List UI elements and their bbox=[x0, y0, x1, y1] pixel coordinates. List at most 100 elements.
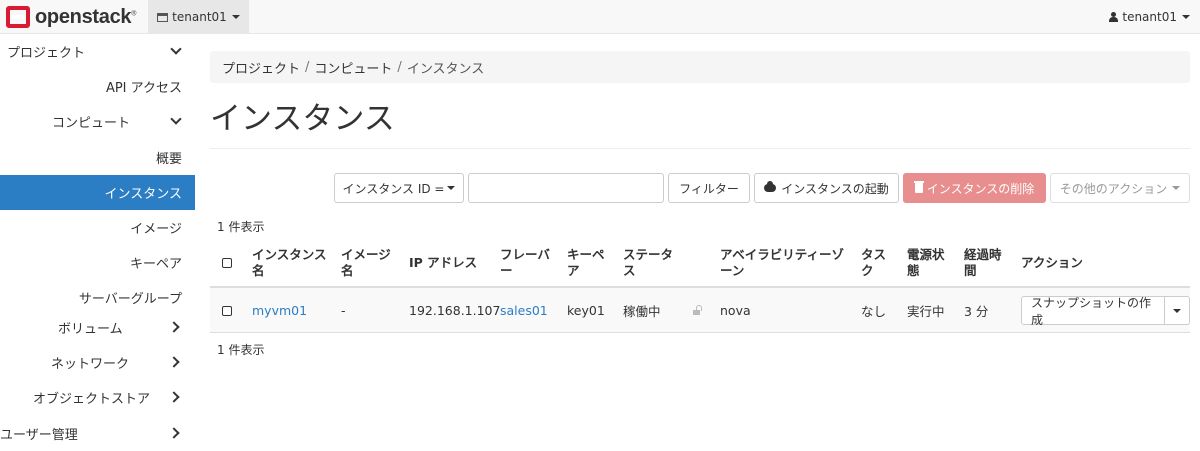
user-menu-dropdown[interactable]: tenant01 bbox=[1109, 0, 1190, 34]
brand-trademark: ® bbox=[131, 9, 137, 17]
instance-ip: 192.168.1.107 bbox=[409, 303, 501, 318]
row-actions-dropdown-toggle[interactable] bbox=[1165, 296, 1190, 325]
instance-availability-zone: nova bbox=[720, 303, 751, 318]
launch-instance-label: インスタンスの起動 bbox=[781, 181, 889, 196]
breadcrumb-separator: / bbox=[397, 59, 402, 75]
project-selector-dropdown[interactable]: tenant01 bbox=[148, 0, 249, 34]
instance-keypair: key01 bbox=[567, 303, 605, 318]
sidebar-item-label: インスタンス bbox=[104, 187, 182, 202]
user-menu-label: tenant01 bbox=[1122, 10, 1177, 24]
brand-name: openstack bbox=[35, 5, 132, 28]
sidebar-item-label: API アクセス bbox=[105, 81, 182, 96]
more-actions-dropdown[interactable]: その他のアクション bbox=[1050, 173, 1190, 203]
sidebar: プロジェクト API アクセス コンピュート 概要 インスタンス イメージ キー… bbox=[0, 34, 195, 447]
project-selector-label: tenant01 bbox=[172, 10, 227, 24]
sidebar-item-overview[interactable]: 概要 bbox=[0, 140, 195, 175]
row-select-cell bbox=[222, 288, 232, 333]
select-all-checkbox[interactable] bbox=[222, 258, 232, 268]
column-header-ip[interactable]: IP アドレス bbox=[409, 240, 477, 286]
filter-button-label: フィルター bbox=[679, 181, 739, 196]
sidebar-item-label: 概要 bbox=[155, 152, 182, 167]
column-header-image[interactable]: イメージ名 bbox=[341, 240, 391, 286]
chevron-right-icon bbox=[171, 322, 180, 331]
breadcrumb-item-project[interactable]: プロジェクト bbox=[222, 58, 300, 77]
openstack-logo-icon bbox=[6, 6, 30, 28]
chevron-down-icon bbox=[171, 46, 180, 55]
sidebar-item-project[interactable]: プロジェクト bbox=[0, 34, 195, 69]
breadcrumb-item-compute[interactable]: コンピュート bbox=[314, 58, 392, 77]
breadcrumb-item-current: インスタンス bbox=[406, 61, 485, 77]
chevron-right-icon bbox=[171, 428, 180, 437]
caret-down-icon bbox=[1172, 186, 1181, 190]
select-all-cell bbox=[222, 240, 232, 286]
sidebar-item-label: ボリューム bbox=[58, 322, 123, 337]
cloud-upload-icon bbox=[764, 181, 777, 192]
chevron-down-icon bbox=[171, 116, 180, 125]
column-header-availability-zone[interactable]: アベイラビリティーゾーン bbox=[720, 240, 845, 286]
instance-name-link[interactable]: myvm01 bbox=[252, 288, 307, 333]
delete-instances-button[interactable]: インスタンスの削除 bbox=[903, 173, 1046, 203]
sidebar-item-network[interactable]: ネットワーク bbox=[0, 345, 195, 380]
filter-button[interactable]: フィルター bbox=[668, 173, 750, 203]
sidebar-item-label: オブジェクトストア bbox=[33, 392, 151, 407]
item-count-top: 1 件表示 bbox=[217, 220, 265, 234]
openstack-logo[interactable]: openstack® bbox=[6, 5, 136, 29]
project-icon bbox=[157, 12, 169, 22]
instance-status: 稼働中 bbox=[623, 304, 661, 319]
delete-instances-label: インスタンスの削除 bbox=[926, 181, 1035, 196]
sidebar-item-label: コンピュート bbox=[52, 116, 131, 131]
column-header-keypair[interactable]: キーペア bbox=[567, 240, 607, 286]
sidebar-item-keypairs[interactable]: キーペア bbox=[0, 245, 195, 280]
column-header-power-state[interactable]: 電源状態 bbox=[907, 240, 947, 286]
caret-down-icon bbox=[231, 15, 240, 19]
breadcrumb-separator: / bbox=[305, 59, 310, 75]
sidebar-item-label: サーバーグループ bbox=[78, 292, 182, 307]
user-icon bbox=[1109, 12, 1119, 22]
column-header-flavor[interactable]: フレーバー bbox=[500, 240, 555, 286]
caret-down-icon bbox=[447, 186, 456, 190]
sidebar-item-identity[interactable]: ユーザー管理 bbox=[0, 416, 195, 451]
sidebar-item-api-access[interactable]: API アクセス bbox=[0, 69, 195, 104]
table-row: myvm01 - 192.168.1.107 sales01 key01 稼働中… bbox=[210, 288, 1190, 333]
item-count-bottom: 1 件表示 bbox=[217, 343, 265, 357]
sidebar-item-label: ネットワーク bbox=[51, 357, 130, 372]
breadcrumb: プロジェクト / コンピュート / インスタンス bbox=[210, 51, 1190, 83]
column-header-age[interactable]: 経過時間 bbox=[964, 240, 1004, 286]
column-header-name[interactable]: インスタンス名 bbox=[252, 240, 330, 286]
column-header-status[interactable]: ステータス bbox=[623, 240, 678, 286]
column-header-actions: アクション bbox=[1021, 255, 1083, 270]
row-checkbox[interactable] bbox=[222, 305, 232, 316]
sidebar-item-compute[interactable]: コンピュート bbox=[0, 104, 195, 139]
caret-down-icon bbox=[1182, 15, 1190, 19]
filter-field-dropdown[interactable]: インスタンス ID = bbox=[334, 173, 464, 203]
instance-flavor-link[interactable]: sales01 bbox=[500, 288, 548, 333]
page-title: インスタンス bbox=[210, 101, 395, 137]
instance-image: - bbox=[341, 303, 346, 318]
instance-power-state: 実行中 bbox=[907, 304, 945, 319]
instance-age: 3 分 bbox=[964, 304, 989, 319]
trash-icon bbox=[913, 181, 924, 193]
sidebar-item-volumes[interactable]: ボリューム bbox=[0, 310, 195, 345]
lock-icon-cell bbox=[693, 288, 702, 333]
top-navbar: openstack® tenant01 tenant01 bbox=[0, 0, 1200, 34]
chevron-right-icon bbox=[171, 392, 180, 401]
row-action-group: スナップショットの作成 bbox=[1021, 296, 1190, 327]
sidebar-item-instances[interactable]: インスタンス bbox=[0, 175, 195, 210]
sidebar-item-label: プロジェクト bbox=[7, 46, 86, 61]
chevron-right-icon bbox=[171, 357, 180, 366]
title-divider bbox=[210, 148, 1190, 149]
table-header: インスタンス名 イメージ名 IP アドレス フレーバー キーペア ステータス ア… bbox=[210, 240, 1190, 288]
instance-task: なし bbox=[861, 304, 887, 319]
sidebar-item-label: ユーザー管理 bbox=[0, 428, 78, 443]
unlock-icon bbox=[693, 305, 702, 315]
sidebar-item-label: イメージ bbox=[130, 222, 182, 237]
column-header-task[interactable]: タスク bbox=[861, 240, 889, 286]
sidebar-item-object-store[interactable]: オブジェクトストア bbox=[0, 380, 195, 415]
caret-down-icon bbox=[1173, 308, 1182, 313]
filter-input[interactable] bbox=[468, 173, 664, 203]
launch-instance-button[interactable]: インスタンスの起動 bbox=[754, 173, 899, 203]
sidebar-item-label: キーペア bbox=[129, 257, 182, 272]
create-snapshot-button[interactable]: スナップショットの作成 bbox=[1021, 296, 1166, 327]
more-actions-label: その他のアクション bbox=[1059, 181, 1168, 196]
sidebar-item-images[interactable]: イメージ bbox=[0, 210, 195, 245]
